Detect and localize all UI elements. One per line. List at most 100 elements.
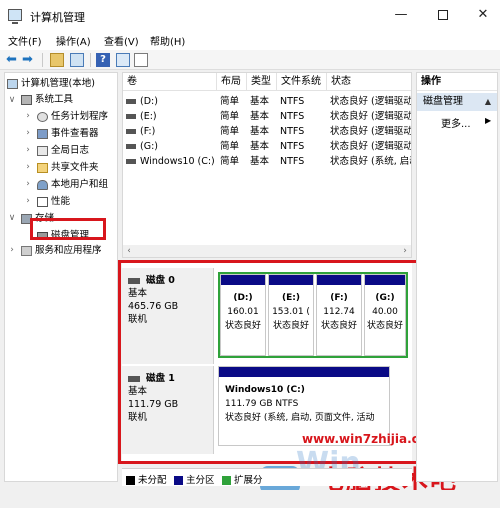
legend-primary: 主分区 — [174, 472, 215, 486]
tree-item-label: 全局日志 — [51, 145, 90, 156]
collapse-icon[interactable]: ▲ — [485, 93, 491, 111]
menu-action[interactable]: 操作(A) — [56, 33, 91, 48]
chevron-right-icon[interactable]: › — [23, 128, 33, 138]
cell-status: 状态良好 (逻辑驱动 — [330, 96, 411, 107]
cell-layout: 简单 — [220, 156, 240, 167]
cell-filesystem: NTFS — [280, 96, 305, 107]
back-button[interactable]: ⬅ — [6, 53, 20, 67]
more-actions-arrow-icon[interactable]: ▶ — [485, 116, 491, 125]
chevron-right-icon[interactable]: › — [7, 245, 17, 255]
watermark-url: www.win7zhijia.cn — [302, 432, 428, 446]
tree-item-task-scheduler[interactable]: 任务计划程序 — [37, 110, 108, 124]
cell-volume: (F:) — [123, 124, 217, 139]
column-header-filesystem[interactable]: 文件系统 — [277, 73, 327, 91]
toolbar-separator — [42, 53, 43, 67]
column-header-type[interactable]: 类型 — [247, 73, 277, 91]
tree-item-event-viewer[interactable]: 事件查看器 — [37, 127, 99, 141]
legend: 未分配 主分区 扩展分 — [122, 468, 412, 486]
properties-icon[interactable] — [134, 53, 148, 67]
view-pane-icon[interactable] — [116, 53, 130, 67]
table-row[interactable]: (E:) 简单 基本 NTFS 状态良好 (逻辑驱动 — [123, 109, 411, 124]
maximize-icon — [438, 9, 448, 20]
scroll-right-icon[interactable]: › — [399, 245, 411, 257]
table-row[interactable]: (G:) 简单 基本 NTFS 状态良好 (逻辑驱动 — [123, 139, 411, 154]
cell-filesystem: NTFS — [280, 141, 305, 152]
cell-type: 基本 — [250, 156, 270, 167]
chevron-right-icon[interactable]: › — [23, 162, 33, 172]
cell-status: 状态良好 (逻辑驱动 — [330, 111, 411, 122]
legend-swatch — [126, 476, 135, 485]
cell-layout: 简单 — [220, 126, 240, 137]
minimize-button[interactable]: — — [386, 4, 416, 26]
menu-help[interactable]: 帮助(H) — [150, 33, 185, 48]
column-header-status[interactable]: 状态 — [327, 73, 411, 91]
cell-type: 基本 — [250, 141, 270, 152]
tree-item-label: 共享文件夹 — [51, 162, 99, 173]
chevron-right-icon[interactable]: › — [23, 196, 33, 206]
clock-icon — [37, 111, 48, 122]
performance-icon — [37, 196, 48, 207]
cell-volume: (D:) — [123, 94, 217, 109]
highlight-box-disk-management — [30, 218, 106, 240]
tree-item-services-apps[interactable]: 服务和应用程序 — [21, 244, 102, 258]
column-header-layout[interactable]: 布局 — [217, 73, 247, 91]
cell-filesystem: NTFS — [280, 126, 305, 137]
event-viewer-icon — [37, 128, 48, 139]
toolbar: ⬅ ➡ ? — [0, 50, 500, 70]
chevron-down-icon[interactable]: ∨ — [7, 213, 17, 223]
tree-item-label: 系统工具 — [35, 94, 74, 105]
cell-volume: (E:) — [123, 109, 217, 124]
log-icon — [37, 145, 48, 156]
forward-button[interactable]: ➡ — [22, 53, 36, 67]
tree-item-shared-folders[interactable]: 共享文件夹 — [37, 161, 99, 175]
navigation-tree: 计算机管理(本地) ∨ 系统工具 › 任务计划程序 › 事件查看器 › 全局日志… — [4, 72, 118, 482]
cell-status: 状态良好 (逻辑驱动 — [330, 126, 411, 137]
more-actions-link[interactable]: 更多... — [441, 115, 471, 130]
tree-item-label: 任务计划程序 — [51, 111, 109, 122]
title-bar: 计算机管理 — ✕ — [0, 0, 500, 30]
actions-group-disk-management[interactable]: 磁盘管理 ▲ — [417, 93, 497, 111]
tree-item-local-users[interactable]: 本地用户和组 — [37, 178, 108, 192]
actions-pane: 操作 磁盘管理 ▲ 更多... ▶ — [416, 72, 498, 482]
tree-item-system-tools[interactable]: 系统工具 — [21, 93, 73, 107]
volume-icon — [126, 144, 136, 149]
tree-item-label: 服务和应用程序 — [35, 245, 102, 256]
cell-volume: Windows10 (C:) — [123, 154, 217, 169]
legend-swatch — [174, 476, 183, 485]
chevron-right-icon[interactable]: › — [23, 111, 33, 121]
maximize-button[interactable] — [428, 4, 458, 26]
cell-type: 基本 — [250, 126, 270, 137]
tree-item-label: 本地用户和组 — [51, 179, 109, 190]
cell-layout: 简单 — [220, 111, 240, 122]
cell-filesystem: NTFS — [280, 111, 305, 122]
cell-layout: 简单 — [220, 141, 240, 152]
tree-item-computer-management[interactable]: 计算机管理(本地) — [7, 77, 95, 91]
table-row[interactable]: Windows10 (C:) 简单 基本 NTFS 状态良好 (系统, 启动 — [123, 154, 411, 169]
menu-view[interactable]: 查看(V) — [104, 33, 139, 48]
show-tree-icon[interactable] — [70, 53, 84, 67]
scroll-left-icon[interactable]: ‹ — [123, 245, 135, 257]
tree-item-label: 事件查看器 — [51, 128, 99, 139]
volume-icon — [126, 114, 136, 119]
chevron-right-icon[interactable]: › — [23, 179, 33, 189]
volume-icon — [126, 129, 136, 134]
close-button[interactable]: ✕ — [468, 4, 498, 26]
table-row[interactable]: (F:) 简单 基本 NTFS 状态良好 (逻辑驱动 — [123, 124, 411, 139]
actions-title: 操作 — [417, 73, 497, 91]
horizontal-scrollbar[interactable]: ‹ › — [123, 245, 411, 257]
chevron-right-icon[interactable]: › — [23, 145, 33, 155]
cell-type: 基本 — [250, 96, 270, 107]
help-icon[interactable]: ? — [96, 53, 110, 67]
toolbar-separator — [90, 53, 91, 67]
users-icon — [37, 179, 48, 190]
legend-unallocated: 未分配 — [126, 472, 167, 486]
tree-item-global-logs[interactable]: 全局日志 — [37, 144, 89, 158]
menu-file[interactable]: 文件(F) — [8, 33, 42, 48]
column-header-volume[interactable]: 卷 — [123, 73, 217, 91]
tree-item-performance[interactable]: 性能 — [37, 195, 70, 209]
table-row[interactable]: (D:) 简单 基本 NTFS 状态良好 (逻辑驱动 — [123, 94, 411, 109]
up-folder-icon[interactable] — [50, 53, 64, 67]
chevron-down-icon[interactable]: ∨ — [7, 95, 17, 105]
computer-icon — [7, 78, 18, 89]
volume-icon — [126, 99, 136, 104]
